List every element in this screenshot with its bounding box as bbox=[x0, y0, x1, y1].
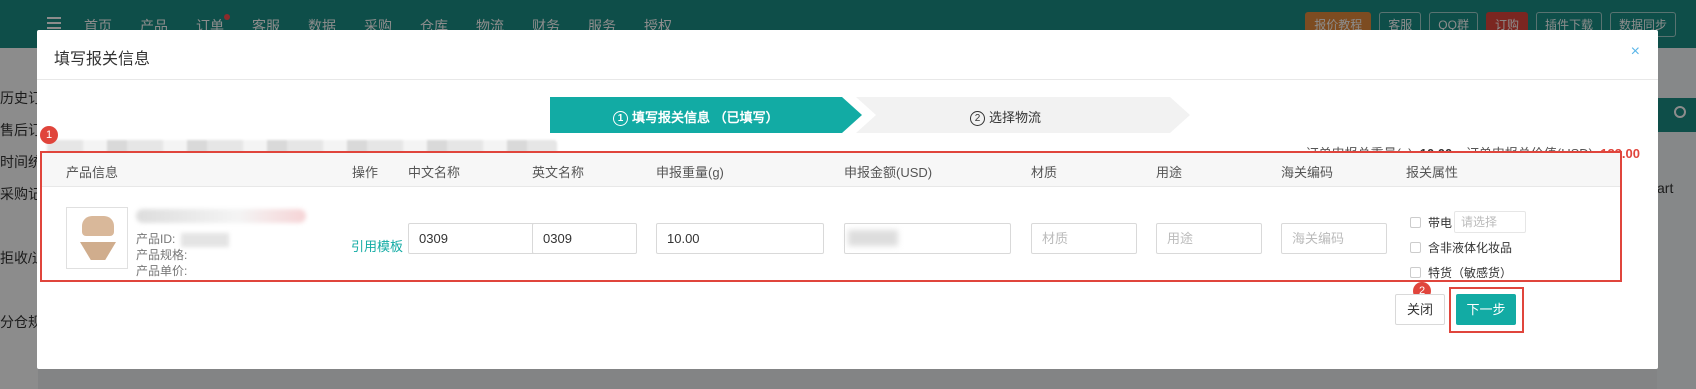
header-en-name: 英文名称 bbox=[532, 165, 585, 180]
battery-type-select[interactable]: 请选择 bbox=[1454, 211, 1526, 233]
liquid-cosmetics-label: 含非液体化妆品 bbox=[1428, 241, 1513, 255]
weight-input[interactable] bbox=[656, 223, 824, 254]
amount-redacted bbox=[848, 230, 898, 246]
battery-checkbox[interactable] bbox=[1410, 217, 1421, 228]
liquid-cosmetics-checkbox[interactable] bbox=[1410, 242, 1421, 253]
product-image bbox=[66, 207, 128, 269]
dialog-title: 填写报关信息 bbox=[54, 51, 151, 68]
header-usage: 用途 bbox=[1156, 165, 1183, 180]
header-cn-name: 中文名称 bbox=[408, 165, 461, 180]
product-spec: 产品规格: bbox=[136, 248, 188, 262]
step-fill-customs: 1 填写报关信息 （已填写） bbox=[550, 97, 862, 133]
annotation-marker: 1 bbox=[40, 126, 58, 144]
customs-declaration-dialog: 填写报关信息 × 1填写报关信息 （已填写） 2选择物流 1 订单申报总重量(g… bbox=[37, 30, 1658, 369]
header-hs-code: 海关编码 bbox=[1281, 165, 1334, 180]
step-label: 填写报关信息 （已填写） bbox=[632, 110, 779, 125]
battery-label: 带电 bbox=[1428, 216, 1453, 230]
cn-name-input[interactable] bbox=[408, 223, 540, 254]
step-indicator: 1 填写报关信息 （已填写） 2 选择物流 bbox=[550, 97, 1190, 133]
use-template-link[interactable]: 引用模板 bbox=[351, 236, 403, 255]
usage-input[interactable] bbox=[1156, 223, 1262, 254]
step-label: 选择物流 bbox=[989, 110, 1042, 125]
header-product-info: 产品信息 bbox=[66, 165, 119, 180]
product-id: 产品ID: bbox=[136, 230, 230, 247]
battery-checkbox-row[interactable]: 带电 bbox=[1410, 214, 1452, 231]
hs-code-input[interactable] bbox=[1281, 223, 1387, 254]
product-price: 产品单价: bbox=[136, 264, 188, 278]
step-number: 2 bbox=[970, 111, 985, 126]
next-step-button[interactable]: 下一步 bbox=[1456, 294, 1516, 325]
step-select-logistics: 2 选择物流 bbox=[856, 97, 1190, 133]
next-button-highlight: 下一步 bbox=[1449, 287, 1524, 333]
header-attributes: 报关属性 bbox=[1406, 165, 1459, 180]
step-number: 1 bbox=[613, 111, 628, 126]
header-weight: 申报重量(g) bbox=[656, 165, 724, 180]
header-amount: 申报金额(USD) bbox=[844, 165, 933, 180]
product-name-redacted bbox=[136, 209, 306, 223]
en-name-input[interactable] bbox=[532, 223, 637, 254]
table-header: 产品信息 操作 中文名称 英文名称 申报重量(g) 申报金额(USD) 材质 用… bbox=[42, 153, 1620, 187]
close-icon[interactable]: × bbox=[1631, 43, 1640, 61]
material-input[interactable] bbox=[1031, 223, 1137, 254]
dialog-header: 填写报关信息 × bbox=[37, 30, 1658, 80]
special-goods-checkbox[interactable] bbox=[1410, 267, 1421, 278]
close-button[interactable]: 关闭 bbox=[1395, 294, 1445, 325]
header-action: 操作 bbox=[352, 165, 379, 180]
liquid-cosmetics-checkbox-row[interactable]: 含非液体化妆品 bbox=[1410, 239, 1512, 256]
header-material: 材质 bbox=[1031, 165, 1058, 180]
special-goods-label: 特货（敏感货） bbox=[1428, 266, 1513, 280]
special-goods-checkbox-row[interactable]: 特货（敏感货） bbox=[1410, 264, 1512, 281]
declaration-table: 产品信息 操作 中文名称 英文名称 申报重量(g) 申报金额(USD) 材质 用… bbox=[40, 151, 1622, 282]
